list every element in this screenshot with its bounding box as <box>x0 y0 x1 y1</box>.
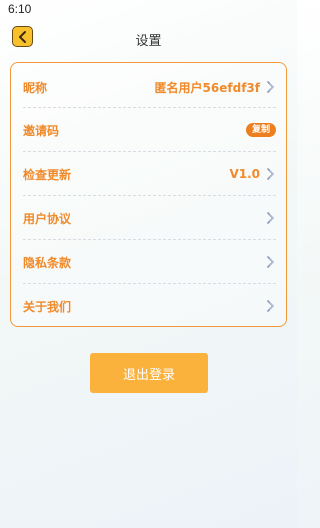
settings-row-nickname[interactable]: 昵称 匿名用户56efdf3f <box>23 65 276 109</box>
privacy-terms-label: 隐私条款 <box>23 255 72 270</box>
settings-row-check-update[interactable]: 检查更新 V1.0 <box>23 152 276 196</box>
version-value: V1.0 <box>229 167 260 181</box>
chevron-right-icon <box>267 81 275 93</box>
nav-bar: 设置 <box>0 22 297 54</box>
chevron-right-icon <box>267 212 275 224</box>
settings-row-about-us[interactable]: 关于我们 <box>23 284 276 328</box>
about-us-label: 关于我们 <box>23 299 72 314</box>
settings-card: 昵称 匿名用户56efdf3f 邀请码 复制 检查更新 V1.0 用户协议 隐私… <box>10 62 287 327</box>
settings-row-privacy-terms[interactable]: 隐私条款 <box>23 240 276 284</box>
chevron-right-icon <box>267 168 275 180</box>
nickname-value: 匿名用户56efdf3f <box>154 80 260 95</box>
user-agreement-label: 用户协议 <box>23 211 72 226</box>
status-time: 6:10 <box>8 2 32 16</box>
logout-button[interactable]: 退出登录 <box>90 353 208 393</box>
chevron-right-icon <box>267 300 275 312</box>
status-bar: 6:10 <box>0 0 297 20</box>
chevron-right-icon <box>267 256 275 268</box>
invite-code-label: 邀请码 <box>23 123 60 138</box>
settings-row-invite-code: 邀请码 复制 <box>23 108 276 152</box>
copy-button[interactable]: 复制 <box>245 123 276 137</box>
settings-row-user-agreement[interactable]: 用户协议 <box>23 196 276 240</box>
page-title: 设置 <box>135 34 162 49</box>
nickname-label: 昵称 <box>23 80 48 95</box>
check-update-label: 检查更新 <box>23 167 72 182</box>
